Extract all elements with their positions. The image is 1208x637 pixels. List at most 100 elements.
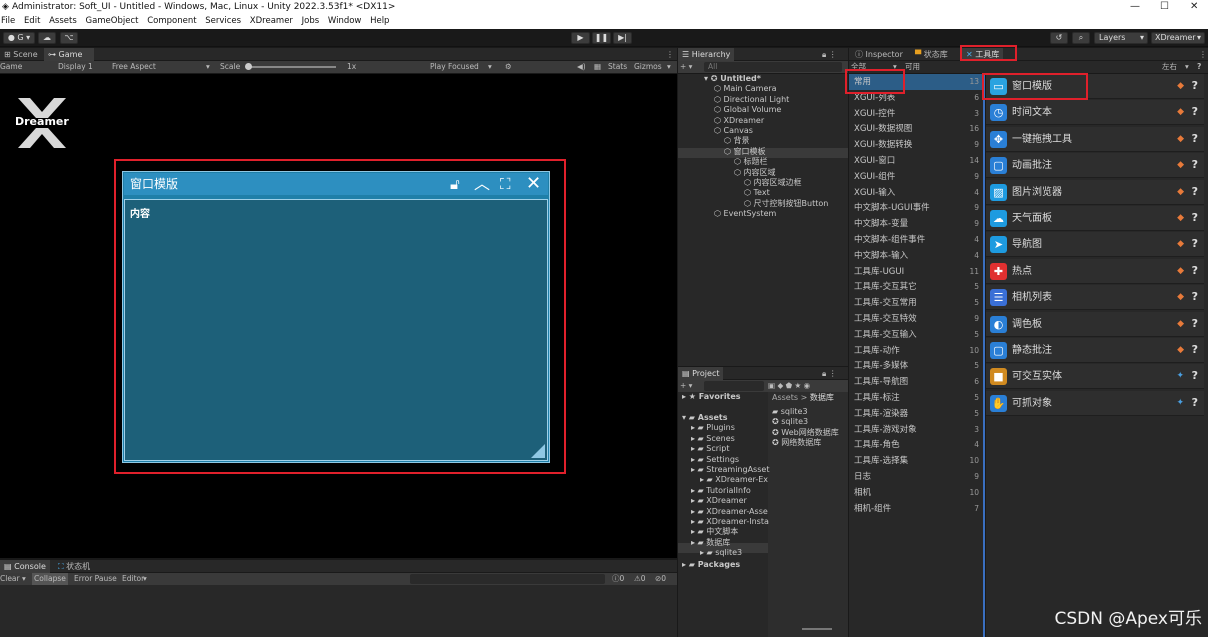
category-item[interactable]: 工具库-标注 5	[849, 390, 983, 406]
tool-item[interactable]: ◐ 调色板 ◆?	[986, 311, 1204, 337]
add-button[interactable]: + ▾	[680, 380, 692, 392]
lock-icon[interactable]: 🔒︎ ⋮	[818, 367, 841, 380]
category-item[interactable]: 工具库-导航图 6	[849, 374, 983, 390]
project-folder-item[interactable]: ▸ ▰ Scenes	[691, 434, 735, 445]
unity-color-icon[interactable]: ◆	[1177, 292, 1184, 302]
tool-item[interactable]: ➤ 导航图 ◆?	[986, 232, 1204, 258]
menu-window[interactable]: Window	[328, 14, 362, 29]
project-folder-item[interactable]: ▸ ▰ XDreamer-Insta	[691, 517, 769, 528]
grid-icon[interactable]: ▦	[594, 61, 601, 73]
menu-services[interactable]: Services	[205, 14, 241, 29]
tool-item[interactable]: ■ 可交互实体 ✦?	[986, 364, 1204, 390]
help-icon[interactable]: ?	[1192, 264, 1198, 277]
help-icon[interactable]: ?	[1192, 369, 1198, 382]
tab-console[interactable]: ▤ Console	[0, 560, 50, 573]
category-item[interactable]: 日志 9	[849, 469, 983, 485]
menu-component[interactable]: Component	[147, 14, 196, 29]
category-item[interactable]: XGUI-组件 9	[849, 169, 983, 185]
tab-state-library[interactable]: ▀ 状态库	[911, 48, 952, 61]
category-item[interactable]: 中文脚本-变量 9	[849, 216, 983, 232]
tool-item[interactable]: ☰ 相机列表 ◆?	[986, 285, 1204, 311]
mute-icon[interactable]: ◀)	[577, 61, 586, 73]
unity-color-icon[interactable]: ◆	[1177, 187, 1184, 197]
help-icon[interactable]: ?	[1192, 79, 1198, 92]
hierarchy-item[interactable]: ⬡ EventSystem	[714, 209, 776, 220]
add-button[interactable]: + ▾	[680, 61, 692, 73]
game-dropdown[interactable]: Game	[0, 61, 22, 73]
menu-jobs[interactable]: Jobs	[302, 14, 320, 29]
tab-state-machine[interactable]: ⛶ 状态机	[54, 560, 94, 573]
pin-icon[interactable]: ✦	[1176, 398, 1184, 408]
tab-hierarchy[interactable]: ☰ Hierarchy	[678, 48, 735, 61]
project-file-item[interactable]: ✪ sqlite3	[772, 417, 808, 428]
packages-item[interactable]: ▸ ▰ Packages	[682, 560, 740, 571]
unity-color-icon[interactable]: ◆	[1177, 107, 1184, 117]
splitter[interactable]	[983, 74, 985, 637]
tool-item[interactable]: ◷ 时间文本 ◆?	[986, 100, 1204, 126]
hierarchy-item[interactable]: ⬡ 背景	[724, 136, 750, 147]
console-search-input[interactable]	[410, 574, 605, 584]
menu-edit[interactable]: Edit	[24, 14, 40, 29]
tab-inspector[interactable]: ⓘ Inspector	[851, 48, 907, 61]
category-item[interactable]: XGUI-数据转换 9	[849, 137, 983, 153]
ui-window[interactable]: 窗口模版 🔓︎ ︿ ⛶ ✕ 内容	[122, 171, 550, 463]
hierarchy-item[interactable]: ⬡ XDreamer	[714, 116, 764, 127]
zoom-slider[interactable]	[802, 628, 832, 630]
project-folder-item[interactable]: ▸ ▰ StreamingAsset	[691, 465, 769, 476]
category-item[interactable]: 工具库-交互其它 5	[849, 279, 983, 295]
help-icon[interactable]: ?	[1192, 396, 1198, 409]
hierarchy-item[interactable]: ⬡ Canvas	[714, 126, 753, 137]
resize-handle[interactable]	[531, 444, 545, 458]
fullscreen-icon[interactable]: ⛶	[500, 175, 511, 193]
menu-file[interactable]: File	[1, 14, 15, 29]
category-item[interactable]: XGUI-控件 3	[849, 106, 983, 122]
error-pause-button[interactable]: Error Pause	[74, 573, 117, 585]
menu-help[interactable]: Help	[370, 14, 389, 29]
unity-color-icon[interactable]: ◆	[1177, 134, 1184, 144]
category-item[interactable]: 中文脚本-输入 4	[849, 248, 983, 264]
project-folder-item[interactable]: ▸ ▰ Settings	[691, 455, 739, 466]
hierarchy-item[interactable]: ⬡ 内容区域边框	[744, 178, 802, 189]
tab-project[interactable]: ▤ Project	[678, 367, 724, 380]
unity-color-icon[interactable]: ◆	[1177, 345, 1184, 355]
available-toggle[interactable]: 可用	[905, 61, 920, 73]
help-icon[interactable]: ?	[1192, 317, 1198, 330]
search-icon[interactable]: ⌕	[1072, 32, 1090, 44]
scale-slider[interactable]	[246, 66, 336, 68]
more-icon[interactable]: ⋮	[1195, 48, 1208, 61]
category-item[interactable]: XGUI-数据视图 16	[849, 121, 983, 137]
account-dropdown[interactable]: ● G ▾	[3, 32, 35, 44]
tool-item[interactable]: ▨ 图片浏览器 ◆?	[986, 179, 1204, 205]
unity-color-icon[interactable]: ◆	[1177, 239, 1184, 249]
minimize-button[interactable]: —	[1130, 0, 1140, 14]
pause-button[interactable]: ❚❚	[592, 32, 611, 44]
tab-game[interactable]: ⊶ Game	[44, 48, 94, 61]
category-item[interactable]: 工具库-多媒体 5	[849, 358, 983, 374]
lock-icon[interactable]: 🔒︎ ⋮	[818, 48, 841, 61]
menu-gameobject[interactable]: GameObject	[85, 14, 138, 29]
menu-xdreamer[interactable]: XDreamer	[250, 14, 293, 29]
filter-icons[interactable]: ▣ ◆ ⬟ ★ ◉	[768, 380, 810, 392]
clear-button[interactable]: Clear	[0, 573, 20, 585]
menu-assets[interactable]: Assets	[49, 14, 77, 29]
help-icon[interactable]: ?	[1192, 185, 1198, 198]
project-folder-item[interactable]: ▸ ▰ XDreamer	[691, 496, 747, 507]
hierarchy-item[interactable]: ⬡ Main Camera	[714, 84, 777, 95]
project-folder-item[interactable]: ▾ ▰ Assets	[682, 413, 727, 424]
error-count[interactable]: ⊘ 0	[655, 573, 666, 585]
category-item[interactable]: 工具库-游戏对象 3	[849, 422, 983, 438]
hierarchy-item[interactable]: ⬡ Directional Light	[714, 95, 789, 106]
help-icon[interactable]: ?	[1192, 211, 1198, 224]
category-item[interactable]: 相机-组件 7	[849, 501, 983, 517]
category-item[interactable]: 相机 10	[849, 485, 983, 501]
help-icon[interactable]: ?	[1192, 105, 1198, 118]
category-item[interactable]: 工具库-选择集 10	[849, 453, 983, 469]
category-item[interactable]: 工具库-渲染器 5	[849, 406, 983, 422]
project-folder-item[interactable]: ▸ ▰ XDreamer-Ex	[700, 475, 768, 486]
category-item[interactable]: 中文脚本-组件事件 4	[849, 232, 983, 248]
unity-color-icon[interactable]: ◆	[1177, 81, 1184, 91]
hierarchy-item[interactable]: ⬡ 内容区域	[734, 168, 776, 179]
unity-color-icon[interactable]: ◆	[1177, 213, 1184, 223]
gizmos-dropdown[interactable]: Gizmos	[634, 61, 662, 73]
display-dropdown[interactable]: Display 1	[58, 61, 93, 73]
